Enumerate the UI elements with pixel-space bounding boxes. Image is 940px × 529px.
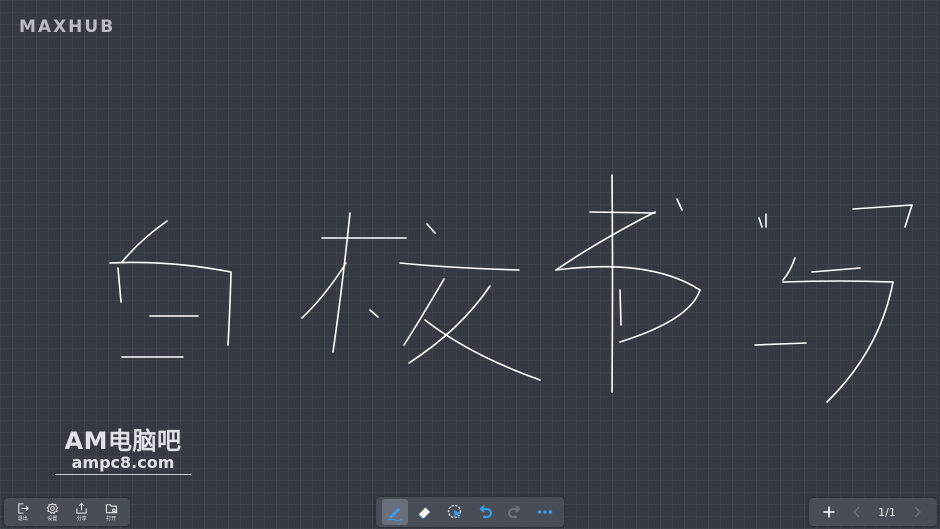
add-page-button[interactable] bbox=[822, 505, 836, 519]
page-indicator: 1/1 bbox=[878, 505, 896, 519]
exit-button[interactable]: 退出 bbox=[10, 502, 36, 522]
next-page-button[interactable] bbox=[910, 505, 924, 519]
exit-label: 退出 bbox=[17, 516, 28, 522]
drawing-toolbar bbox=[376, 497, 564, 527]
redo-icon bbox=[507, 505, 521, 519]
share-icon bbox=[76, 502, 87, 514]
eraser-tool-button[interactable] bbox=[412, 499, 438, 525]
gear-icon bbox=[46, 502, 59, 515]
folder-icon bbox=[105, 504, 117, 514]
more-button[interactable] bbox=[532, 499, 558, 525]
left-toolbar: 退出 设置 分享 打开 bbox=[4, 498, 130, 526]
plus-icon bbox=[823, 506, 835, 518]
chevron-left-icon bbox=[853, 506, 860, 518]
undo-button[interactable] bbox=[472, 499, 498, 525]
lasso-select-button[interactable] bbox=[442, 499, 468, 525]
redo-button[interactable] bbox=[502, 499, 528, 525]
handwriting-strokes bbox=[109, 174, 913, 403]
share-label: 分享 bbox=[76, 516, 87, 522]
exit-icon bbox=[18, 503, 30, 514]
prev-page-button[interactable] bbox=[850, 505, 864, 519]
eraser-icon bbox=[418, 507, 430, 519]
watermark-site: ampc8.com bbox=[55, 454, 191, 475]
settings-button[interactable]: 设置 bbox=[39, 502, 65, 522]
watermark: AM电脑吧 ampc8.com bbox=[55, 428, 191, 475]
chevron-right-icon bbox=[914, 506, 921, 518]
open-button[interactable]: 打开 bbox=[98, 502, 124, 522]
pen-icon bbox=[387, 507, 403, 521]
page-toolbar: 1/1 bbox=[809, 498, 937, 526]
lasso-select-icon bbox=[447, 504, 462, 519]
pen-tool-button[interactable] bbox=[382, 499, 408, 525]
more-icon bbox=[537, 510, 553, 514]
settings-label: 设置 bbox=[47, 516, 58, 522]
watermark-title: AM电脑吧 bbox=[64, 427, 182, 455]
undo-icon bbox=[479, 505, 493, 519]
open-label: 打开 bbox=[106, 516, 117, 522]
share-button[interactable]: 分享 bbox=[69, 502, 95, 522]
